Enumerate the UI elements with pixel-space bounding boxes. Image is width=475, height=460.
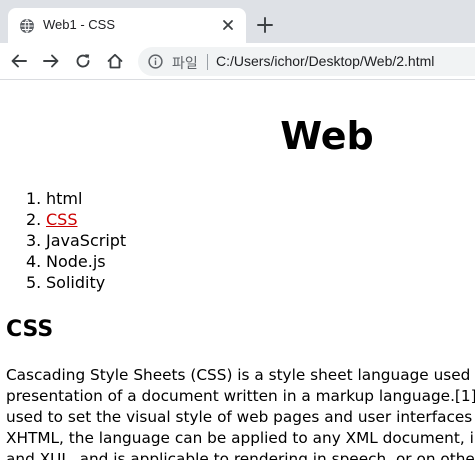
page-title[interactable]: Web — [0, 112, 475, 160]
address-divider — [207, 54, 208, 70]
browser-tab[interactable]: Web1 - CSS — [8, 8, 246, 43]
list-item: 5. Solidity — [26, 272, 126, 293]
close-icon[interactable] — [220, 17, 236, 33]
section-heading: CSS — [6, 317, 54, 342]
list-number: 1. — [26, 189, 42, 208]
list-item: 3. JavaScript — [26, 230, 126, 251]
list-number: 4. — [26, 252, 42, 271]
list-item: 4. Node.js — [26, 251, 126, 272]
arrow-left-icon[interactable] — [10, 52, 28, 70]
tab-title: Web1 - CSS — [43, 17, 116, 32]
plus-icon[interactable] — [256, 16, 274, 34]
navigation-toolbar: 파일 C:/Users/ichor/Desktop/Web/2.html — [0, 43, 475, 80]
list-item: 2. CSS — [26, 209, 126, 230]
reload-icon[interactable] — [74, 52, 92, 70]
globe-icon — [20, 19, 34, 33]
paragraph-line: and XUL, and is applicable to rendering … — [6, 450, 475, 460]
home-icon[interactable] — [106, 52, 124, 70]
list-number: 3. — [26, 231, 42, 250]
list-number: 2. — [26, 210, 42, 229]
url-text[interactable]: C:/Users/ichor/Desktop/Web/2.html — [216, 53, 434, 69]
topic-link-solidity[interactable]: Solidity — [46, 273, 105, 292]
paragraph-line: Cascading Style Sheets (CSS) is a style … — [6, 366, 475, 384]
paragraph-line: presentation of a document written in a … — [6, 387, 475, 405]
list-number: 5. — [26, 273, 42, 292]
topic-link-html[interactable]: html — [46, 189, 82, 208]
section-paragraph: Cascading Style Sheets (CSS) is a style … — [6, 365, 475, 460]
topic-link-javascript[interactable]: JavaScript — [46, 231, 126, 250]
topic-list: 1. html 2. CSS 3. JavaScript 4. Node.js 5. So… — [26, 188, 126, 293]
paragraph-line: XHTML, the language can be applied to an… — [6, 429, 475, 447]
tab-strip: Web1 - CSS — [0, 0, 475, 43]
site-info-label[interactable]: 파일 — [172, 53, 198, 73]
topic-link-nodejs[interactable]: Node.js — [46, 252, 106, 271]
info-icon[interactable] — [148, 54, 163, 69]
address-bar[interactable]: 파일 C:/Users/ichor/Desktop/Web/2.html — [138, 47, 475, 76]
arrow-right-icon[interactable] — [42, 52, 60, 70]
list-item: 1. html — [26, 188, 126, 209]
page-content: Web 1. html 2. CSS 3. JavaScript 4. Node.js … — [0, 81, 475, 460]
paragraph-line: used to set the visual style of web page… — [6, 408, 475, 426]
topic-link-css[interactable]: CSS — [46, 210, 77, 229]
